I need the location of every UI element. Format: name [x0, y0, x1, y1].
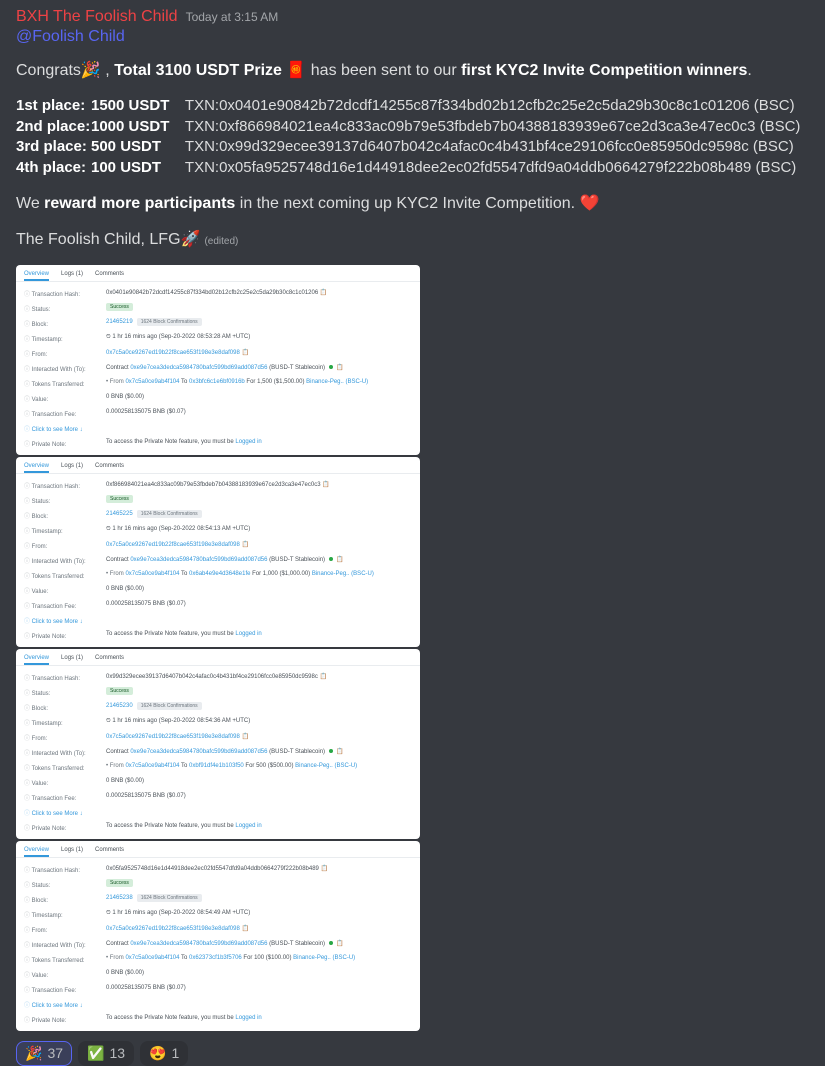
- bscscan-card[interactable]: OverviewLogs (1)CommentsTransaction Hash…: [16, 457, 420, 647]
- tab-overview[interactable]: Overview: [24, 653, 49, 665]
- reaction-emoji: 😍: [149, 1045, 166, 1062]
- tab-logs[interactable]: Logs (1): [61, 845, 83, 857]
- edited-tag: (edited): [204, 236, 238, 247]
- user-mention[interactable]: @Foolish Child: [16, 28, 809, 46]
- winner-row: 4th place:100 USDT TXN:0x05fa9525748d16e…: [16, 158, 809, 179]
- reaction-button[interactable]: ✅ 13: [78, 1041, 134, 1066]
- tab-logs[interactable]: Logs (1): [61, 269, 83, 281]
- message-content: Congrats🎉 , Total 3100 USDT Prize 🧧 has …: [16, 60, 809, 251]
- signoff-line: The Foolish Child, LFG🚀(edited): [16, 229, 809, 251]
- winner-row: 2nd place:1000 USDT TXN:0xf866984021ea4c…: [16, 117, 809, 138]
- reaction-count: 13: [109, 1045, 125, 1061]
- reaction-emoji: ✅: [87, 1045, 104, 1062]
- reaction-button[interactable]: 🎉 37: [16, 1041, 72, 1066]
- reward-line: We reward more participants in the next …: [16, 193, 809, 215]
- tab-comments[interactable]: Comments: [95, 461, 124, 473]
- reaction-count: 37: [47, 1045, 63, 1061]
- reactions-bar: 🎉37✅13😍1: [16, 1041, 809, 1066]
- winner-row: 1st place:1500 USDT TXN:0x0401e90842b72d…: [16, 96, 809, 117]
- tab-overview[interactable]: Overview: [24, 269, 49, 281]
- tab-overview[interactable]: Overview: [24, 461, 49, 473]
- message-timestamp: Today at 3:15 AM: [186, 10, 279, 24]
- tab-logs[interactable]: Logs (1): [61, 653, 83, 665]
- reaction-count: 1: [171, 1045, 179, 1061]
- tab-comments[interactable]: Comments: [95, 653, 124, 665]
- bscscan-card[interactable]: OverviewLogs (1)CommentsTransaction Hash…: [16, 841, 420, 1031]
- message-author[interactable]: BXH The Foolish Child: [16, 8, 178, 26]
- tab-overview[interactable]: Overview: [24, 845, 49, 857]
- tab-comments[interactable]: Comments: [95, 845, 124, 857]
- bscscan-card[interactable]: OverviewLogs (1)CommentsTransaction Hash…: [16, 265, 420, 455]
- reaction-emoji: 🎉: [25, 1045, 42, 1062]
- reaction-button[interactable]: 😍1: [140, 1041, 188, 1066]
- bscscan-card[interactable]: OverviewLogs (1)CommentsTransaction Hash…: [16, 649, 420, 839]
- tab-logs[interactable]: Logs (1): [61, 461, 83, 473]
- attachments: OverviewLogs (1)CommentsTransaction Hash…: [16, 265, 809, 1031]
- congrats-line: Congrats🎉 , Total 3100 USDT Prize 🧧 has …: [16, 60, 809, 82]
- winner-row: 3rd place:500 USDT TXN:0x99d329ecee39137…: [16, 137, 809, 158]
- tab-comments[interactable]: Comments: [95, 269, 124, 281]
- winners-list: 1st place:1500 USDT TXN:0x0401e90842b72d…: [16, 96, 809, 179]
